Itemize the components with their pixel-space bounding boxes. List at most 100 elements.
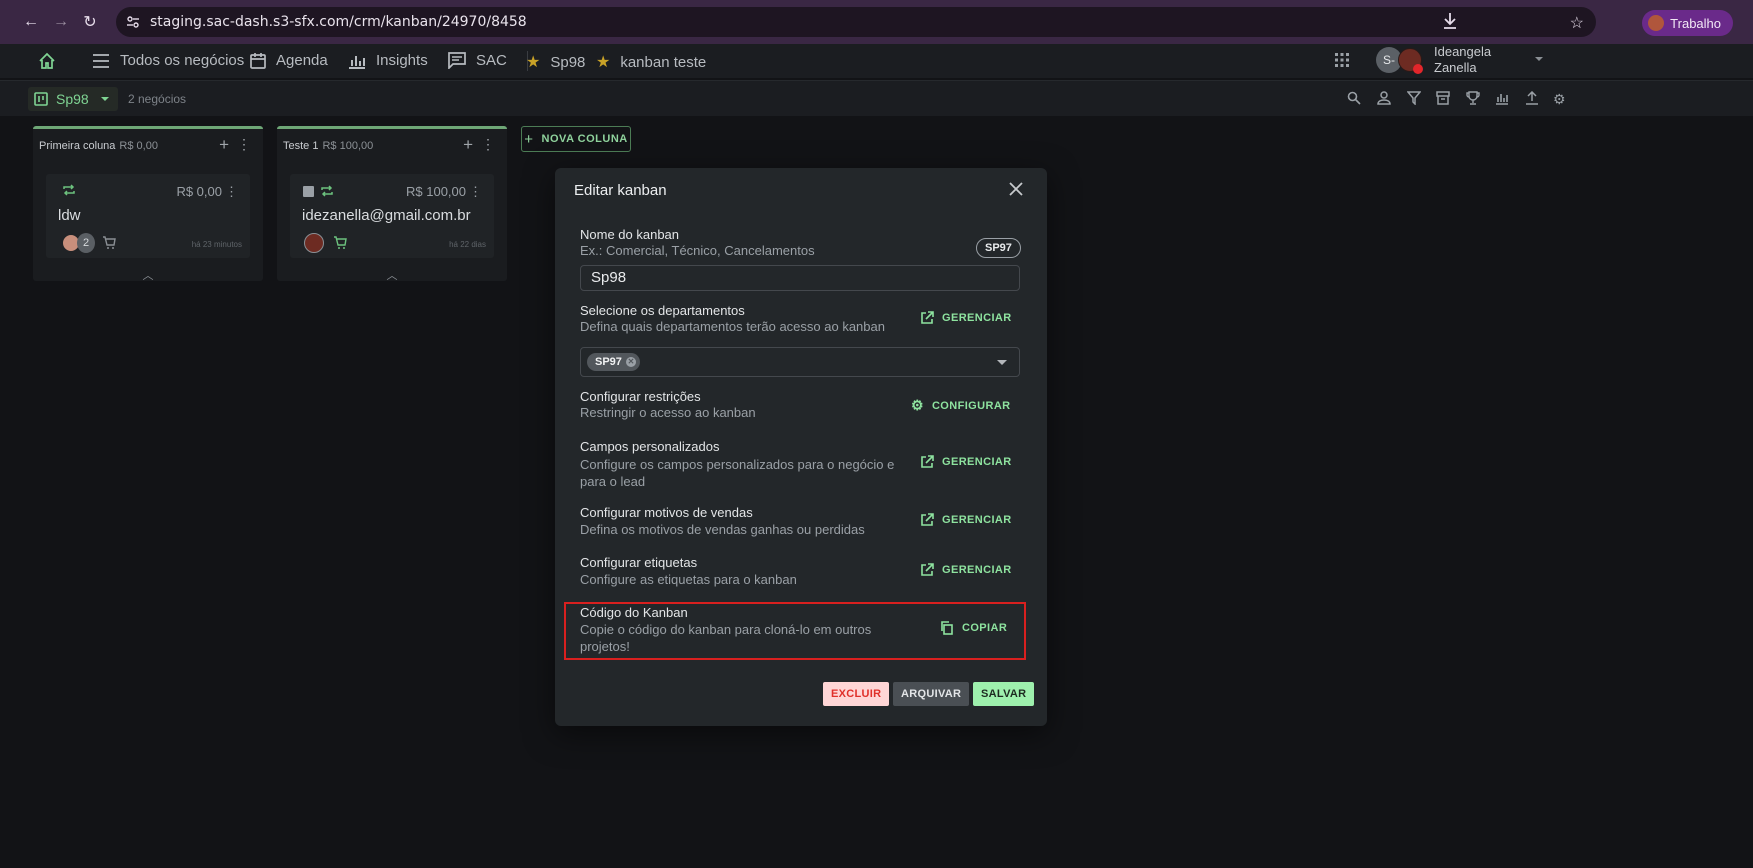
star-icon: ★ [526, 54, 541, 71]
dialog-title: Editar kanban [574, 182, 667, 199]
user-menu-chevron-icon[interactable] [1535, 57, 1543, 61]
reload-icon[interactable]: ↻ [79, 11, 101, 33]
home-icon[interactable] [38, 52, 56, 70]
back-icon[interactable]: ← [20, 11, 42, 33]
download-icon[interactable] [1442, 12, 1458, 30]
kanban-name-subtitle: Ex.: Comercial, Técnico, Cancelamentos [580, 243, 815, 258]
tags-subtitle: Configure as etiquetas para o kanban [580, 572, 797, 587]
cart-icon [333, 236, 347, 250]
profile-label: Trabalho [1670, 15, 1721, 31]
dropdown-arrow-icon[interactable] [997, 360, 1007, 365]
departments-select[interactable]: SP97 ✕ [580, 347, 1020, 377]
checkbox-icon[interactable] [303, 186, 314, 197]
chevron-up-icon[interactable]: ︿ [33, 267, 263, 283]
bookmark-star-icon[interactable]: ☆ [1570, 13, 1584, 33]
card-amount: R$ 0,00 [176, 184, 222, 199]
card-more-icon[interactable]: ⋮ [469, 184, 482, 200]
open-in-new-icon [921, 513, 934, 526]
kanban-column: Teste 1 R$ 100,00 + ⋮ R$ 100,00 ⋮ idezane… [277, 126, 507, 283]
add-card-icon[interactable]: + [463, 135, 473, 155]
chart-icon[interactable] [1495, 91, 1511, 107]
sales-reasons-title: Configurar motivos de vendas [580, 505, 753, 520]
avatar [304, 233, 324, 253]
restrictions-title: Configurar restrições [580, 389, 701, 404]
user-filter-icon[interactable] [1377, 91, 1393, 107]
calendar-icon [250, 53, 266, 69]
profile-avatar [1648, 15, 1665, 31]
kanban-column: Primeira coluna R$ 0,00 + ⋮ R$ 0,00 ⋮ ldw… [33, 126, 263, 283]
edit-kanban-dialog: Editar kanban Nome do kanban Ex.: Comerc… [555, 168, 1047, 726]
open-in-new-icon [921, 311, 934, 324]
user-name[interactable]: Ideangela Zanella [1434, 44, 1491, 76]
browser-toolbar: ← → ↻ staging.sac-dash.s3-sfx.com/crm/ka… [0, 0, 1753, 44]
archive-icon[interactable] [1436, 91, 1452, 107]
tags-title: Configurar etiquetas [580, 555, 698, 570]
profile-button[interactable]: Trabalho [1642, 10, 1733, 36]
gear-icon: ⚙ [911, 397, 924, 413]
status-dot [1413, 64, 1423, 74]
manage-tags-label: GERENCIAR [942, 564, 1012, 576]
deals-count: 2 negócios [128, 92, 187, 106]
new-column-label: NOVA COLUNA [541, 133, 628, 145]
kanban-name-input[interactable]: Sp98 [580, 265, 1020, 291]
kanban-toolbar: Sp98 2 negócios ⚙ [0, 80, 1753, 116]
avatar-count: 2 [77, 233, 95, 253]
manage-custom-fields-button[interactable]: GERENCIAR [920, 455, 1012, 469]
save-button[interactable]: SALVAR [973, 682, 1035, 706]
kanban-selector[interactable]: Sp98 [28, 87, 118, 111]
export-icon[interactable] [1525, 91, 1541, 107]
configure-restrictions-button[interactable]: ⚙ CONFIGURAR [911, 397, 1011, 414]
chip-remove-icon[interactable]: ✕ [625, 357, 636, 367]
manage-sales-reasons-label: GERENCIAR [942, 514, 1012, 526]
delete-button[interactable]: EXCLUIR [823, 682, 890, 706]
manage-tags-button[interactable]: GERENCIAR [920, 563, 1012, 577]
copy-icon [941, 621, 953, 635]
favorite-kanban-teste-label: kanban teste [620, 53, 707, 71]
nav-all-deals[interactable]: Todos os negócios [92, 52, 244, 69]
trophy-icon[interactable] [1466, 91, 1482, 107]
manage-departments-button[interactable]: GERENCIAR [920, 311, 1012, 325]
nav-sac-label: SAC [476, 52, 507, 69]
custom-fields-title: Campos personalizados [580, 439, 720, 454]
forward-icon[interactable]: → [50, 11, 72, 33]
new-column-button[interactable]: + NOVA COLUNA [521, 126, 631, 152]
column-value: R$ 100,00 [322, 140, 374, 152]
close-icon[interactable] [1009, 182, 1025, 198]
column-header: Primeira coluna R$ 0,00 [39, 140, 158, 152]
favorite-sp98[interactable]: ★ Sp98 [526, 52, 585, 72]
copy-code-button[interactable]: COPIAR [940, 621, 1007, 635]
search-icon[interactable] [1347, 91, 1363, 107]
manage-sales-reasons-button[interactable]: GERENCIAR [920, 513, 1012, 527]
nav-insights[interactable]: Insights [348, 52, 428, 69]
nav-sac[interactable]: SAC [448, 52, 507, 69]
chat-icon [448, 52, 466, 69]
site-settings-icon[interactable] [126, 15, 140, 29]
card-more-icon[interactable]: ⋮ [225, 184, 238, 200]
department-badge: SP97 [976, 238, 1021, 258]
settings-gear-icon[interactable]: ⚙ [1553, 91, 1569, 107]
departments-subtitle: Defina quais departamentos terão acesso … [580, 319, 885, 334]
card-title: ldw [58, 207, 81, 224]
repeat-icon [320, 185, 334, 197]
departments-title: Selecione os departamentos [580, 303, 745, 318]
nav-insights-label: Insights [376, 52, 428, 69]
nav-agenda-label: Agenda [276, 52, 328, 69]
restrictions-subtitle: Restringir o acesso ao kanban [580, 405, 756, 420]
archive-button[interactable]: ARQUIVAR [893, 682, 970, 706]
star-icon: ★ [596, 54, 611, 71]
apps-grid-icon[interactable] [1335, 53, 1349, 67]
kanban-code-title: Código do Kanban [580, 605, 688, 620]
address-bar[interactable]: staging.sac-dash.s3-sfx.com/crm/kanban/2… [116, 7, 1596, 37]
nav-agenda[interactable]: Agenda [250, 52, 328, 69]
kanban-code-subtitle-line2: projetos! [580, 639, 630, 654]
favorite-kanban-teste[interactable]: ★ kanban teste [596, 52, 706, 72]
add-card-icon[interactable]: + [219, 135, 229, 155]
chevron-up-icon[interactable]: ︿ [277, 267, 507, 283]
deal-card[interactable]: R$ 0,00 ⋮ ldw 2 há 23 minutos [46, 174, 250, 258]
more-vert-icon[interactable]: ⋮ [237, 136, 251, 153]
nav-all-deals-label: Todos os negócios [120, 52, 245, 69]
deal-card[interactable]: R$ 100,00 ⋮ idezanella@gmail.com.br há 2… [290, 174, 494, 258]
more-vert-icon[interactable]: ⋮ [481, 136, 495, 153]
filter-icon[interactable] [1407, 91, 1423, 107]
card-title: idezanella@gmail.com.br [302, 207, 471, 224]
